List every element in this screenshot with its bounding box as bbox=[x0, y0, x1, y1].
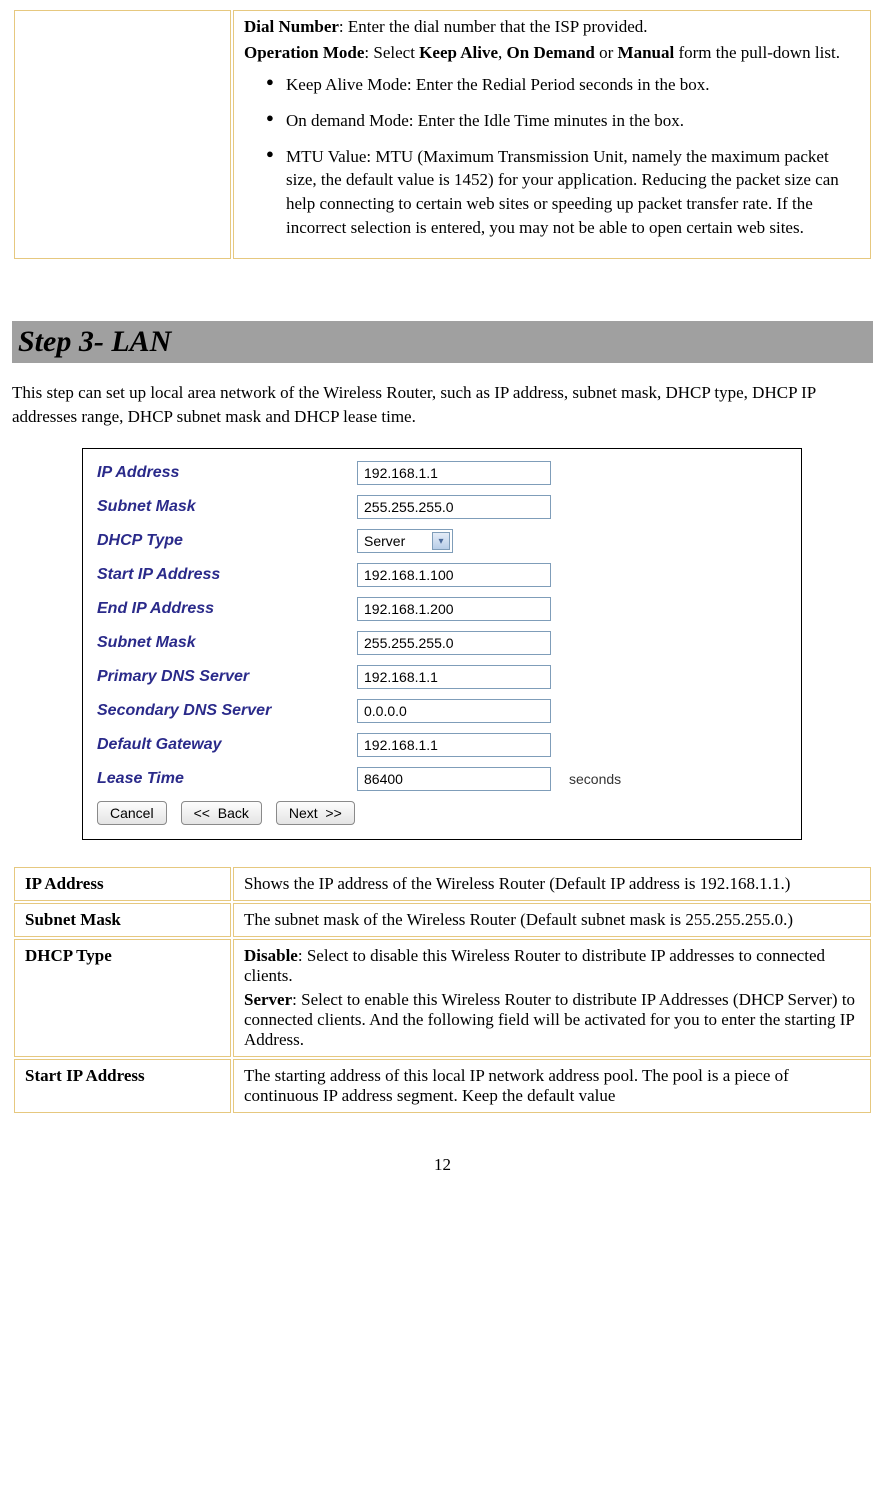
form-label: Default Gateway bbox=[97, 736, 357, 754]
dhcp-disable-text: : Select to disable this Wireless Router… bbox=[244, 946, 825, 985]
bullet-on-demand: On demand Mode: Enter the Idle Time minu… bbox=[266, 109, 860, 133]
form-input[interactable] bbox=[357, 495, 551, 519]
form-row: DHCP Type Server ▾ bbox=[97, 529, 787, 553]
form-label: Primary DNS Server bbox=[97, 668, 357, 686]
op-mode-sep1: , bbox=[498, 43, 507, 62]
desc-label-dhcp: DHCP Type bbox=[14, 939, 231, 1057]
form-row: Start IP Address bbox=[97, 563, 787, 587]
form-label: Subnet Mask bbox=[97, 634, 357, 652]
desc-label-startip: Start IP Address bbox=[14, 1059, 231, 1113]
form-row: Subnet Mask bbox=[97, 631, 787, 655]
desc-label-ip: IP Address bbox=[14, 867, 231, 901]
table-row: Start IP Address The starting address of… bbox=[14, 1059, 871, 1113]
op-mode-opt-2: Manual bbox=[618, 43, 675, 62]
form-row: Primary DNS Server bbox=[97, 665, 787, 689]
form-input[interactable] bbox=[357, 563, 551, 587]
desc-text-startip: The starting address of this local IP ne… bbox=[233, 1059, 871, 1113]
form-row: Subnet Mask bbox=[97, 495, 787, 519]
desc-text-ip: Shows the IP address of the Wireless Rou… bbox=[233, 867, 871, 901]
next-button[interactable]: Next >> bbox=[276, 801, 355, 825]
dhcp-server-line: Server: Select to enable this Wireless R… bbox=[244, 990, 860, 1050]
dial-number-text: : Enter the dial number that the ISP pro… bbox=[339, 17, 648, 36]
form-row: Default Gateway bbox=[97, 733, 787, 757]
desc-label-subnet: Subnet Mask bbox=[14, 903, 231, 937]
dial-number-label: Dial Number bbox=[244, 17, 339, 36]
cancel-button[interactable]: Cancel bbox=[97, 801, 167, 825]
select-value: Server bbox=[364, 533, 405, 549]
form-input[interactable] bbox=[357, 767, 551, 791]
form-row: Secondary DNS Server bbox=[97, 699, 787, 723]
desc-text-subnet: The subnet mask of the Wireless Router (… bbox=[233, 903, 871, 937]
op-mode-mid: : Select bbox=[364, 43, 419, 62]
form-row: Lease Time seconds bbox=[97, 767, 787, 791]
table-row: Subnet Mask The subnet mask of the Wirel… bbox=[14, 903, 871, 937]
table-row: DHCP Type Disable: Select to disable thi… bbox=[14, 939, 871, 1057]
dhcp-server-b: Server bbox=[244, 990, 292, 1009]
bullet-keep-alive: Keep Alive Mode: Enter the Redial Period… bbox=[266, 73, 860, 97]
back-button[interactable]: << Back bbox=[181, 801, 262, 825]
form-label: Subnet Mask bbox=[97, 498, 357, 516]
op-mode-label: Operation Mode bbox=[244, 43, 364, 62]
op-mode-sep2: or bbox=[595, 43, 618, 62]
top-empty-label-cell bbox=[14, 10, 231, 259]
form-button-row: Cancel << Back Next >> bbox=[97, 801, 787, 825]
unit-label: seconds bbox=[569, 771, 621, 787]
operation-mode-line: Operation Mode: Select Keep Alive, On De… bbox=[244, 43, 860, 63]
form-row: IP Address bbox=[97, 461, 787, 485]
form-row: End IP Address bbox=[97, 597, 787, 621]
chevron-down-icon[interactable]: ▾ bbox=[432, 532, 450, 550]
dhcp-disable-line: Disable: Select to disable this Wireless… bbox=[244, 946, 860, 986]
form-label: End IP Address bbox=[97, 600, 357, 618]
lan-description-table: IP Address Shows the IP address of the W… bbox=[12, 865, 873, 1115]
page-number: 12 bbox=[12, 1155, 873, 1175]
dial-number-line: Dial Number: Enter the dial number that … bbox=[244, 17, 860, 37]
dhcp-type-select[interactable]: Server ▾ bbox=[357, 529, 453, 553]
form-input[interactable] bbox=[357, 665, 551, 689]
dhcp-server-text: : Select to enable this Wireless Router … bbox=[244, 990, 855, 1049]
form-input[interactable] bbox=[357, 631, 551, 655]
top-content-cell: Dial Number: Enter the dial number that … bbox=[233, 10, 871, 259]
table-row: IP Address Shows the IP address of the W… bbox=[14, 867, 871, 901]
form-input[interactable] bbox=[357, 597, 551, 621]
top-continuation-table: Dial Number: Enter the dial number that … bbox=[12, 8, 873, 261]
form-label: Lease Time bbox=[97, 770, 357, 788]
intro-paragraph: This step can set up local area network … bbox=[12, 381, 873, 429]
op-mode-opt-0: Keep Alive bbox=[419, 43, 498, 62]
lan-form-screenshot: IP Address Subnet Mask DHCP Type Server ▾ Sta… bbox=[82, 448, 802, 840]
form-label: Start IP Address bbox=[97, 566, 357, 584]
step-heading: Step 3- LAN bbox=[12, 321, 873, 363]
form-input[interactable] bbox=[357, 461, 551, 485]
form-input[interactable] bbox=[357, 733, 551, 757]
form-label: DHCP Type bbox=[97, 532, 357, 550]
op-mode-tail: form the pull-down list. bbox=[674, 43, 840, 62]
form-label: IP Address bbox=[97, 464, 357, 482]
top-bullet-list: Keep Alive Mode: Enter the Redial Period… bbox=[244, 73, 860, 240]
form-label: Secondary DNS Server bbox=[97, 702, 357, 720]
form-input[interactable] bbox=[357, 699, 551, 723]
bullet-mtu: MTU Value: MTU (Maximum Transmission Uni… bbox=[266, 145, 860, 240]
desc-text-dhcp: Disable: Select to disable this Wireless… bbox=[233, 939, 871, 1057]
op-mode-opt-1: On Demand bbox=[507, 43, 595, 62]
dhcp-disable-b: Disable bbox=[244, 946, 298, 965]
